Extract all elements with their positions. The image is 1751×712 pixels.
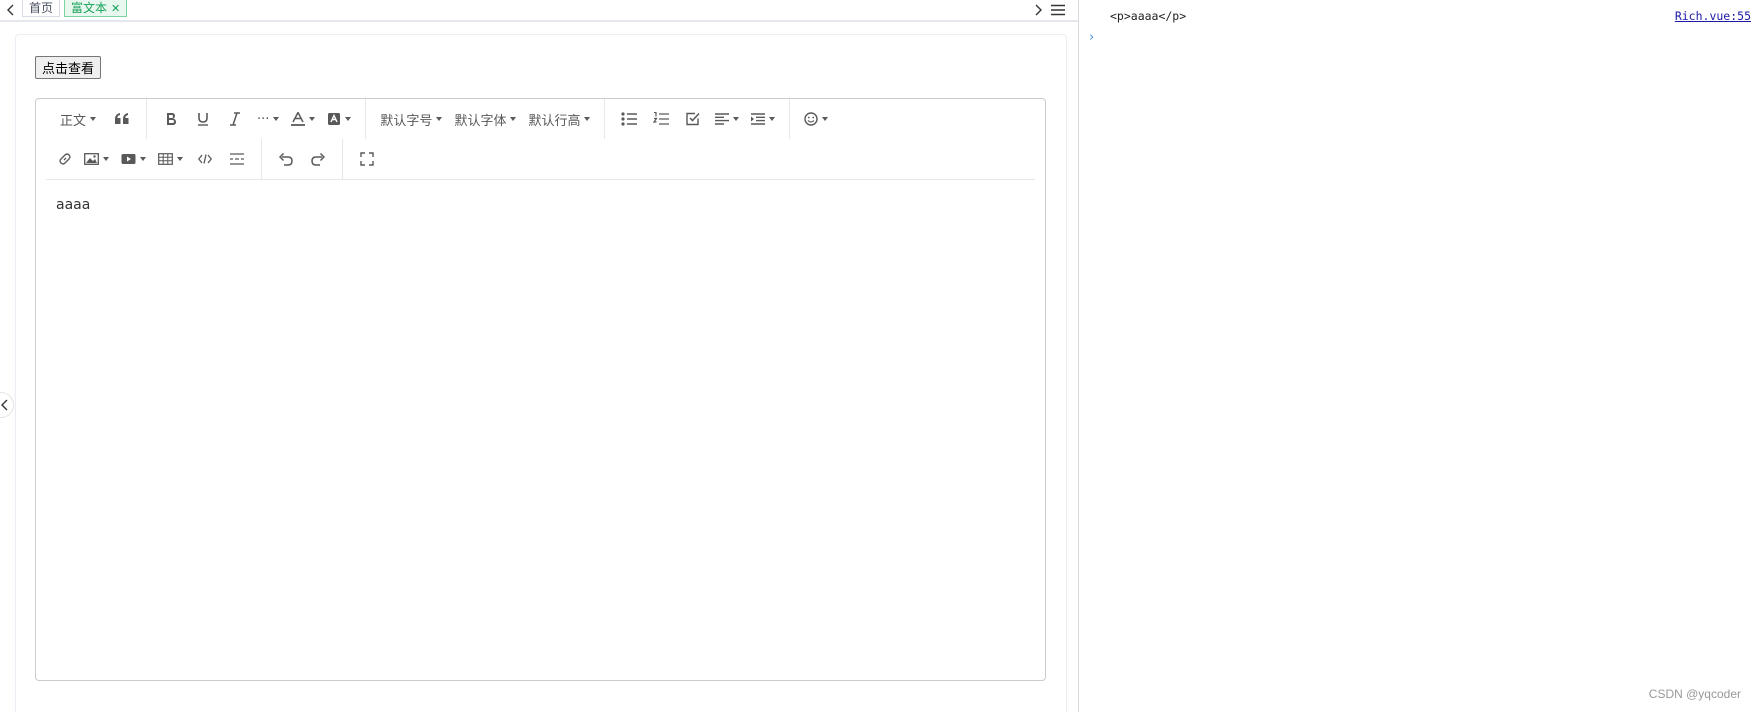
rich-text-editor[interactable]: 正文 ··· 默认字号 默认字体 默认行高 aaaa <box>35 98 1046 681</box>
close-icon[interactable]: ✕ <box>111 3 120 14</box>
font-size-select[interactable]: 默认字号 <box>374 103 448 135</box>
console-log-message: <p>aaaa</p> <box>1110 9 1187 23</box>
paragraph-select[interactable]: 正文 <box>46 103 106 135</box>
menu-icon[interactable] <box>1048 0 1068 20</box>
more-styles-label: ··· <box>257 111 270 127</box>
code-block-icon[interactable] <box>189 143 221 175</box>
tab-home[interactable]: 首页 <box>22 0 61 17</box>
toolbar-divider <box>261 139 262 179</box>
scroll-left-icon[interactable] <box>4 0 18 20</box>
editor-toolbar-row-2 <box>46 139 383 179</box>
editor-content[interactable]: aaaa <box>56 197 90 213</box>
toolbar-divider <box>604 99 606 139</box>
toolbar-divider <box>342 139 343 179</box>
watermark: CSDN @yqcoder <box>1648 687 1741 701</box>
font-family-label: 默认字体 <box>454 113 507 129</box>
undo-icon[interactable] <box>270 143 302 175</box>
collapse-sidebar-icon[interactable] <box>0 392 14 418</box>
editor-toolbar-row-1: 正文 ··· 默认字号 默认字体 默认行高 <box>46 99 834 139</box>
line-height-label: 默认行高 <box>528 113 581 129</box>
console-source-link[interactable]: Rich.vue:55 <box>1671 9 1751 23</box>
tab-rich-text[interactable]: 富文本 ✕ <box>64 0 128 17</box>
more-styles-select[interactable]: ··· <box>251 103 285 135</box>
background-color-icon[interactable] <box>321 103 357 135</box>
font-size-label: 默认字号 <box>380 113 433 129</box>
scroll-right-icon[interactable] <box>1031 0 1045 20</box>
blockquote-icon[interactable] <box>106 103 138 135</box>
todo-list-icon[interactable] <box>677 103 709 135</box>
font-family-select[interactable]: 默认字体 <box>448 103 522 135</box>
tab-rich-text-label: 富文本 <box>71 0 108 15</box>
fullscreen-icon[interactable] <box>351 143 383 175</box>
link-icon[interactable] <box>46 143 78 175</box>
bold-icon[interactable] <box>155 103 187 135</box>
table-icon[interactable] <box>152 143 189 175</box>
toolbar-divider <box>365 99 367 139</box>
font-color-icon[interactable] <box>285 103 321 135</box>
indent-icon[interactable] <box>745 103 781 135</box>
bulleted-list-icon[interactable] <box>613 103 645 135</box>
view-button[interactable]: 点击查看 <box>35 56 102 79</box>
toolbar-divider <box>789 99 791 139</box>
numbered-list-icon[interactable] <box>645 103 677 135</box>
divider-icon[interactable] <box>221 143 253 175</box>
app-pane: 首页 富文本 ✕ 点击查看 正文 ··· 默认字号 默认字体 默认行高 aaaa <box>0 0 1078 712</box>
image-icon[interactable] <box>78 143 115 175</box>
justify-icon[interactable] <box>709 103 745 135</box>
toolbar-separator <box>46 179 1035 180</box>
emoji-icon[interactable] <box>798 103 834 135</box>
video-icon[interactable] <box>115 143 152 175</box>
redo-icon[interactable] <box>302 143 334 175</box>
line-height-select[interactable]: 默认行高 <box>522 103 596 135</box>
devtools-console: <p>aaaa</p> Rich.vue:55 › CSDN @yqcoder <box>1079 0 1751 712</box>
toolbar-divider <box>146 99 148 139</box>
console-prompt-icon[interactable]: › <box>1089 30 1094 45</box>
underline-icon[interactable] <box>187 103 219 135</box>
italic-icon[interactable] <box>219 103 251 135</box>
tab-home-label: 首页 <box>29 0 54 15</box>
paragraph-label: 正文 <box>60 113 87 129</box>
tags-view-bar: 首页 富文本 ✕ <box>0 0 1078 22</box>
